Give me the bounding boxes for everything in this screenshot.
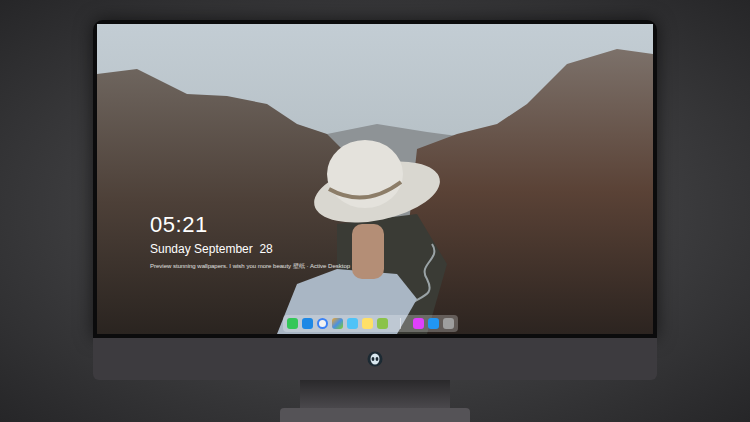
music-icon[interactable] [413,318,424,329]
dock-separator [400,318,401,329]
notes-icon[interactable] [362,318,373,329]
monitor-chin [93,338,657,380]
wallpaper-photo [97,24,653,334]
monitor-bezel: 05:21 Sunday September 28 Preview stunni… [93,20,657,338]
monitor-scene: 05:21 Sunday September 28 Preview stunni… [0,0,750,422]
alien-logo-icon [367,351,383,367]
time-text: 05:21 [150,212,350,238]
launchpad-icon[interactable] [332,318,343,329]
screen: 05:21 Sunday September 28 Preview stunni… [97,24,653,334]
dock [283,315,458,332]
caption-text: Preview stunning wallpapers. I wish you … [150,262,350,270]
finder-icon[interactable] [302,318,313,329]
messages-icon[interactable] [287,318,298,329]
weather-icon[interactable] [347,318,358,329]
lock-clock: 05:21 Sunday September 28 Preview stunni… [150,212,350,270]
date-text: Sunday September 28 [150,241,350,257]
app-store-icon[interactable] [428,318,439,329]
camera-icon[interactable] [443,318,454,329]
photos-icon[interactable] [377,318,388,329]
monitor-stand [300,380,450,408]
monitor-base [280,408,470,422]
browser-icon[interactable] [317,318,328,329]
